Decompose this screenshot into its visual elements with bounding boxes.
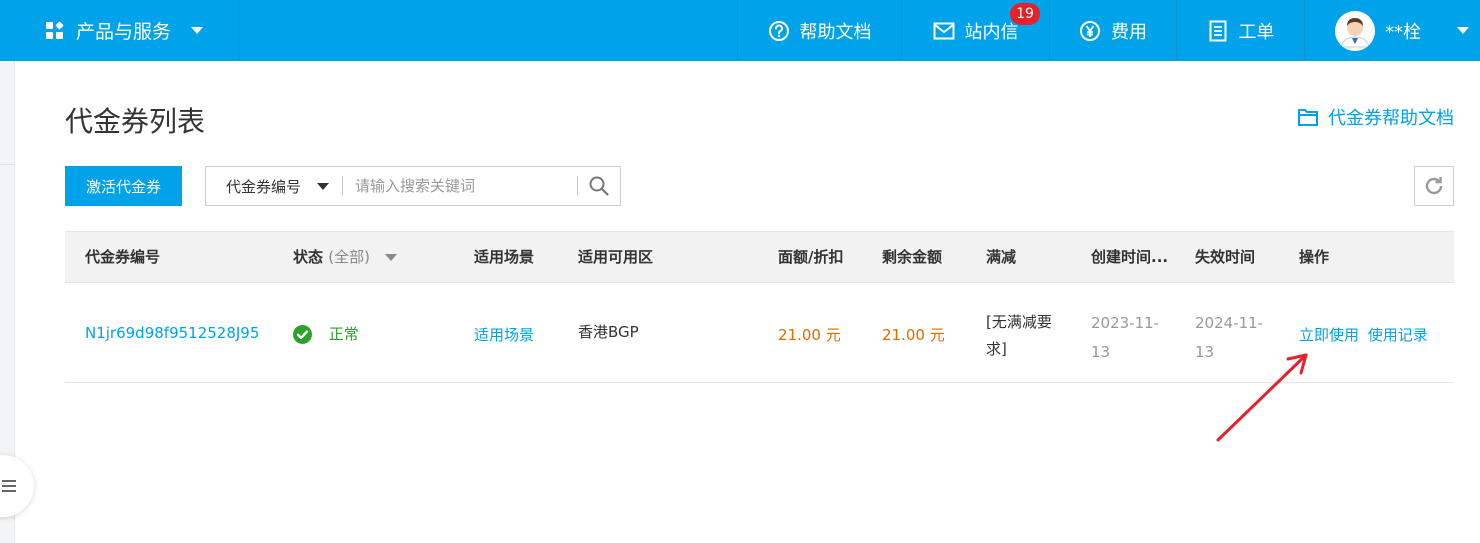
region-cell: 香港BGP [578, 323, 639, 341]
discount-rule-line: 求] [986, 340, 1007, 358]
usage-history-link[interactable]: 使用记录 [1368, 326, 1428, 344]
search-button[interactable] [578, 167, 620, 205]
remaining-cell: 21.00 元 [882, 326, 945, 344]
search-box: 代金券编号 [205, 166, 621, 206]
search-field-select-label: 代金券编号 [226, 177, 302, 196]
expires-time-line: 2024-11- [1195, 314, 1264, 332]
created-time-line: 2023-11- [1091, 314, 1160, 332]
created-time-cell: 2023-11- 13 [1091, 309, 1159, 367]
column-header-region: 适用可用区 [578, 248, 654, 266]
column-header-scene: 适用场景 [474, 248, 535, 266]
search-icon [589, 176, 609, 196]
products-services-menu[interactable]: 产品与服务 [0, 0, 240, 61]
page-title: 代金券列表 [65, 105, 206, 138]
messages-count-badge: 19 [1010, 3, 1040, 25]
document-icon [1207, 20, 1229, 42]
search-field-select[interactable]: 代金券编号 [206, 167, 342, 205]
user-menu[interactable]: **栓 [1304, 0, 1480, 61]
table-header: 代金券编号 状态 (全部) 适用场景 适用可用区 面额/折扣 剩余金额 满减 创… [65, 231, 1454, 283]
folder-icon [1298, 108, 1318, 126]
check-circle-icon [293, 325, 312, 344]
use-now-link[interactable]: 立即使用 [1299, 326, 1359, 344]
discount-rule-line: [无满减要 [986, 313, 1052, 331]
top-navbar: 产品与服务 帮助文档 站内信 19 费用 工单 **栓 [0, 0, 1480, 61]
column-header-action: 操作 [1299, 248, 1330, 266]
billing-link[interactable]: 费用 [1049, 0, 1176, 61]
chevron-down-icon [385, 254, 398, 261]
search-input[interactable] [343, 167, 577, 205]
question-circle-icon [768, 20, 790, 42]
discount-rule-cell: [无满减要 求] [986, 309, 1052, 363]
annotation-arrow-icon [1216, 353, 1308, 442]
rail-divider [0, 164, 15, 165]
column-header-face-value: 面额/折扣 [778, 248, 844, 266]
chevron-down-icon [1457, 27, 1469, 34]
messages-label: 站内信 [964, 21, 1019, 43]
envelope-icon [933, 20, 955, 42]
column-header-expires: 失效时间 [1195, 248, 1256, 266]
column-header-status-filter[interactable]: 状态 (全部) [293, 232, 398, 282]
status-filter-value: (全部) [328, 248, 370, 266]
avatar [1335, 10, 1375, 51]
refresh-icon [1425, 177, 1443, 195]
ticket-label: 工单 [1238, 21, 1275, 43]
products-services-label: 产品与服务 [76, 21, 172, 43]
activate-voucher-button[interactable]: 激活代金券 [65, 166, 182, 206]
voucher-help-docs-label: 代金券帮助文档 [1328, 108, 1454, 129]
yen-circle-icon [1079, 20, 1101, 42]
user-name: **栓 [1385, 21, 1421, 43]
sidebar-toggle-button[interactable] [0, 455, 34, 517]
help-docs-label: 帮助文档 [799, 21, 872, 43]
status-text: 正常 [328, 325, 359, 343]
grid-icon [46, 20, 64, 40]
action-cell: 立即使用 使用记录 [1299, 324, 1428, 345]
billing-label: 费用 [1111, 21, 1147, 43]
voucher-help-docs-link[interactable]: 代金券帮助文档 [1298, 104, 1454, 130]
help-docs-link[interactable]: 帮助文档 [737, 0, 901, 61]
column-header-remaining: 剩余金额 [882, 248, 943, 266]
face-value-cell: 21.00 元 [778, 326, 841, 344]
created-time-line: 13 [1091, 343, 1111, 361]
chevron-down-icon [317, 182, 330, 190]
column-header-created: 创建时间... [1091, 248, 1169, 266]
messages-link[interactable]: 站内信 19 [901, 0, 1049, 61]
menu-icon [2, 477, 16, 495]
refresh-button[interactable] [1414, 166, 1454, 206]
chevron-down-icon [191, 27, 204, 34]
column-header-code: 代金券编号 [85, 248, 161, 266]
status-cell: 正常 [293, 323, 359, 344]
column-header-status: 状态 [293, 248, 324, 266]
voucher-code-link[interactable]: N1jr69d98f9512528J95 [85, 324, 259, 342]
ticket-link[interactable]: 工单 [1176, 0, 1304, 61]
scene-link[interactable]: 适用场景 [474, 324, 534, 345]
column-header-discount-rule: 满减 [986, 248, 1017, 266]
